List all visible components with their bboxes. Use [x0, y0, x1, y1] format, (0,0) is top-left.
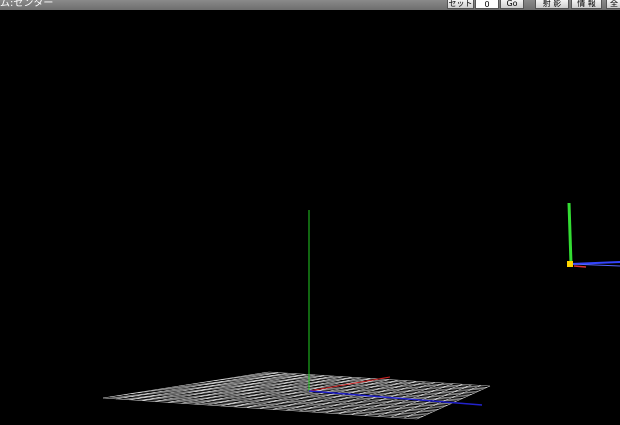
3d-viewport[interactable] [0, 10, 620, 425]
gizmo-z-arrow[interactable] [570, 261, 620, 265]
app-window: ム:センター セット Go 射 影 情 報 全 [0, 0, 620, 425]
window-title: ム:センター [0, 0, 54, 9]
info-button[interactable]: 情 報 [571, 0, 602, 9]
ground-grid [102, 371, 491, 420]
set-button[interactable]: セット [447, 0, 474, 9]
gizmo-x-arrow[interactable] [573, 265, 587, 268]
gizmo-y-arrow[interactable] [567, 202, 573, 265]
grid-line [248, 375, 481, 391]
frame-input[interactable] [475, 0, 499, 9]
overflow-button[interactable]: 全 [606, 0, 620, 9]
transform-gizmo[interactable] [567, 202, 620, 268]
grid-line [262, 372, 488, 388]
go-button[interactable]: Go [500, 0, 524, 9]
grid-line [255, 373, 484, 390]
projection-button[interactable]: 射 影 [535, 0, 569, 9]
gizmo-center-handle[interactable] [567, 261, 573, 267]
title-bar: ム:センター セット Go 射 影 情 報 全 [0, 0, 620, 10]
